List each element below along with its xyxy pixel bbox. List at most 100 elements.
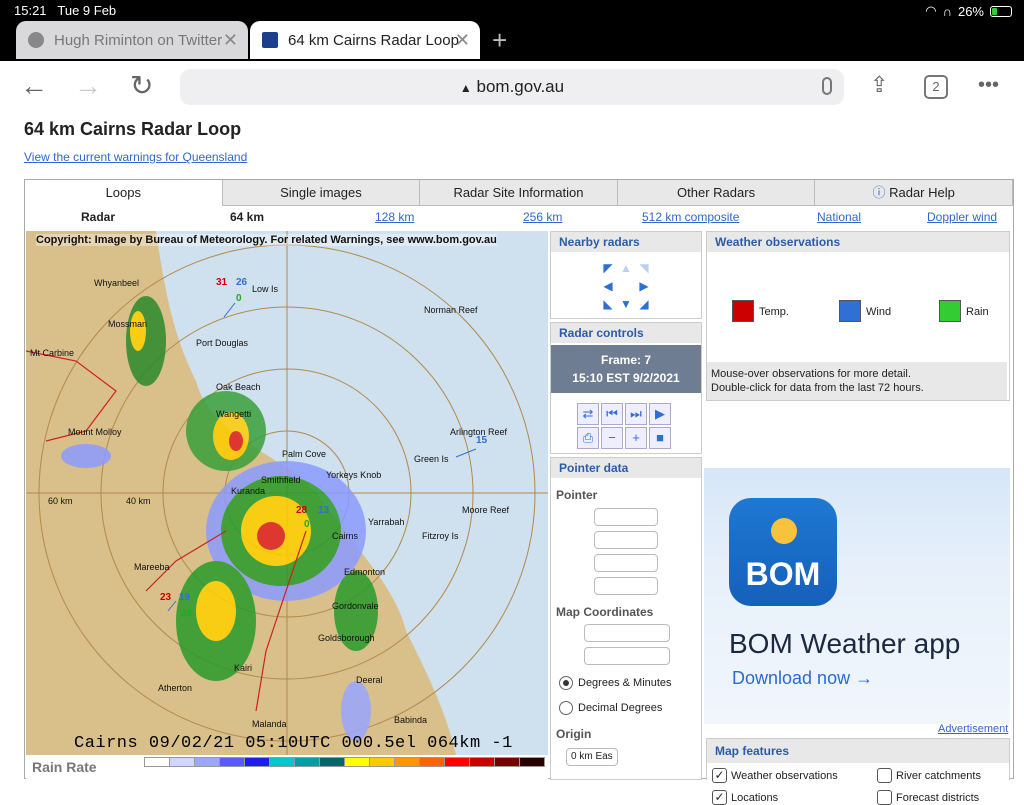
tab-radar-site-information[interactable]: Radar Site Information (420, 180, 618, 206)
obs-temp[interactable]: 23 (160, 592, 171, 603)
tab-count-button[interactable]: 2 (924, 75, 948, 99)
arrow-w-icon[interactable]: ◀ (599, 277, 617, 295)
range-link-128[interactable]: 128 km (375, 210, 414, 224)
radio-label: Decimal Degrees (578, 702, 663, 714)
sun-icon (771, 518, 797, 544)
browser-tab-bar: Hugh Riminton on Twitter ✕ 64 km Cairns … (0, 21, 1024, 61)
range-link-512[interactable]: 512 km composite (642, 210, 739, 224)
feature-locations[interactable]: ✓ Locations (712, 790, 778, 805)
pointer-data-panel: Pointer data Pointer Map Coordinates Deg… (550, 457, 702, 780)
arrow-ne-icon: ◥ (639, 261, 649, 275)
address-bar[interactable]: ▲ bom.gov.au (180, 69, 844, 105)
origin-label: Origin (556, 727, 592, 741)
main-tabs: Loops Single images Radar Site Informati… (25, 180, 1013, 206)
arrow-sw-icon[interactable]: ◣ (599, 295, 617, 313)
page-title: 64 km Cairns Radar Loop (24, 119, 242, 139)
radar-label: Radar (81, 210, 116, 224)
slower-icon[interactable]: − (601, 427, 623, 449)
new-tab-button[interactable]: + (492, 25, 507, 56)
obs-note-line: Mouse-over observations for more detail. (711, 368, 911, 380)
decimal-degrees-radio[interactable]: Decimal Degrees (559, 701, 662, 715)
wind-toggle[interactable] (839, 300, 861, 322)
browser-toolbar: ← → ↻ ▲ bom.gov.au ⇪ 2 ••• (0, 61, 1024, 114)
tab-other-radars[interactable]: Other Radars (617, 180, 816, 206)
range-link-256[interactable]: 256 km (523, 210, 562, 224)
place-label: Yorkeys Knob (326, 470, 382, 480)
place-label: Babinda (394, 715, 428, 725)
pointer-field-4 (594, 577, 658, 595)
range-ring-label: 60 km (48, 496, 73, 506)
feature-weather-observations[interactable]: ✓ Weather observations (712, 768, 838, 783)
temp-label: Temp. (759, 306, 789, 318)
degrees-minutes-radio[interactable]: Degrees & Minutes (559, 676, 672, 690)
obs-rain[interactable]: 0 (304, 519, 310, 530)
tab-loops[interactable]: Loops (25, 180, 223, 206)
rain-rate-swatch (144, 757, 170, 767)
obs-wind[interactable]: 13 (318, 505, 329, 516)
arrow-n-icon: ▲ (620, 261, 632, 275)
more-icon[interactable]: ••• (978, 74, 999, 97)
swap-icon[interactable]: ⇄ (577, 403, 599, 425)
back-arrow-icon[interactable]: ← (20, 71, 48, 101)
place-label: Malanda (252, 719, 287, 729)
pointer-field-1 (594, 508, 658, 526)
radar-image[interactable]: Copyright: Image by Bureau of Meteorolog… (26, 231, 548, 780)
lock-icon: ▲ (459, 81, 472, 95)
browser-tab-radar[interactable]: 64 km Cairns Radar Loop ✕ (250, 21, 480, 59)
tab-single-images[interactable]: Single images (222, 180, 421, 206)
checkbox-label: Locations (731, 791, 779, 804)
faster-icon[interactable]: + (625, 427, 647, 449)
browser-tab-twitter[interactable]: Hugh Riminton on Twitter ✕ (16, 21, 248, 59)
download-now-link[interactable]: Download now → (732, 668, 873, 689)
last-frame-icon[interactable]: ⏭ (625, 403, 647, 425)
status-right: ◠ ∩ 26% (925, 3, 1012, 19)
place-label: Fitzroy Is (422, 531, 459, 541)
bom-app-logo: BOM (729, 498, 837, 606)
place-label: Atherton (158, 683, 193, 693)
close-tab-icon[interactable]: ✕ (223, 30, 238, 51)
bom-app-advert[interactable]: BOM BOM Weather app Download now → (704, 468, 1010, 724)
place-label: Mount Molloy (68, 427, 122, 437)
obs-temp[interactable]: 28 (296, 505, 307, 516)
reload-icon[interactable]: ↻ (130, 71, 153, 101)
place-label: Low Is (252, 284, 279, 294)
obs-rain[interactable]: 28 (181, 608, 192, 619)
place-label: Mossman (108, 319, 148, 329)
rain-rate-label: Rain Rate (32, 759, 97, 775)
origin-field[interactable]: 0 km Eas (566, 748, 618, 766)
forward-arrow-icon[interactable]: → (74, 71, 102, 101)
obs-wind[interactable]: 15 (476, 435, 487, 446)
obs-temp[interactable]: 31 (216, 277, 227, 288)
temp-toggle[interactable] (732, 300, 754, 322)
first-frame-icon[interactable]: ⏮ (601, 403, 623, 425)
close-tab-icon[interactable]: ✕ (455, 30, 470, 51)
rain-rate-swatch (394, 757, 420, 767)
pointer-field-3 (594, 554, 658, 572)
print-icon[interactable]: ⎙ (577, 427, 599, 449)
pointer-data-title: Pointer data (551, 458, 701, 478)
obs-wind[interactable]: 26 (236, 277, 247, 288)
checkbox-icon (877, 790, 892, 805)
feature-forecast-districts[interactable]: Forecast districts (877, 790, 979, 805)
battery-percent: 26% (957, 3, 984, 19)
feature-river-catchments[interactable]: River catchments (877, 768, 981, 783)
range-link-national[interactable]: National (817, 210, 861, 224)
arrow-e-icon[interactable]: ▶ (635, 277, 653, 295)
advertisement-link[interactable]: Advertisement (938, 723, 1008, 735)
stop-icon[interactable]: ■ (649, 427, 671, 449)
arrow-nw-icon[interactable]: ◤ (599, 259, 617, 277)
checkbox-label: River catchments (896, 769, 981, 782)
play-icon[interactable]: ▶ (649, 403, 671, 425)
battery-icon (990, 5, 1012, 17)
map-coords-label: Map Coordinates (556, 605, 654, 619)
share-icon[interactable]: ⇪ (870, 72, 888, 98)
arrow-s-icon[interactable]: ▼ (617, 295, 635, 313)
obs-rain[interactable]: 0 (236, 293, 242, 304)
rain-toggle[interactable] (939, 300, 961, 322)
arrow-se-icon[interactable]: ◢ (635, 295, 653, 313)
range-link-doppler[interactable]: Doppler wind (927, 210, 997, 224)
microphone-icon[interactable] (822, 77, 832, 95)
warnings-link[interactable]: View the current warnings for Queensland (24, 150, 247, 164)
tab-radar-help[interactable]: ⓘ Radar Help (815, 180, 1013, 206)
obs-wind[interactable]: 19 (179, 592, 190, 603)
